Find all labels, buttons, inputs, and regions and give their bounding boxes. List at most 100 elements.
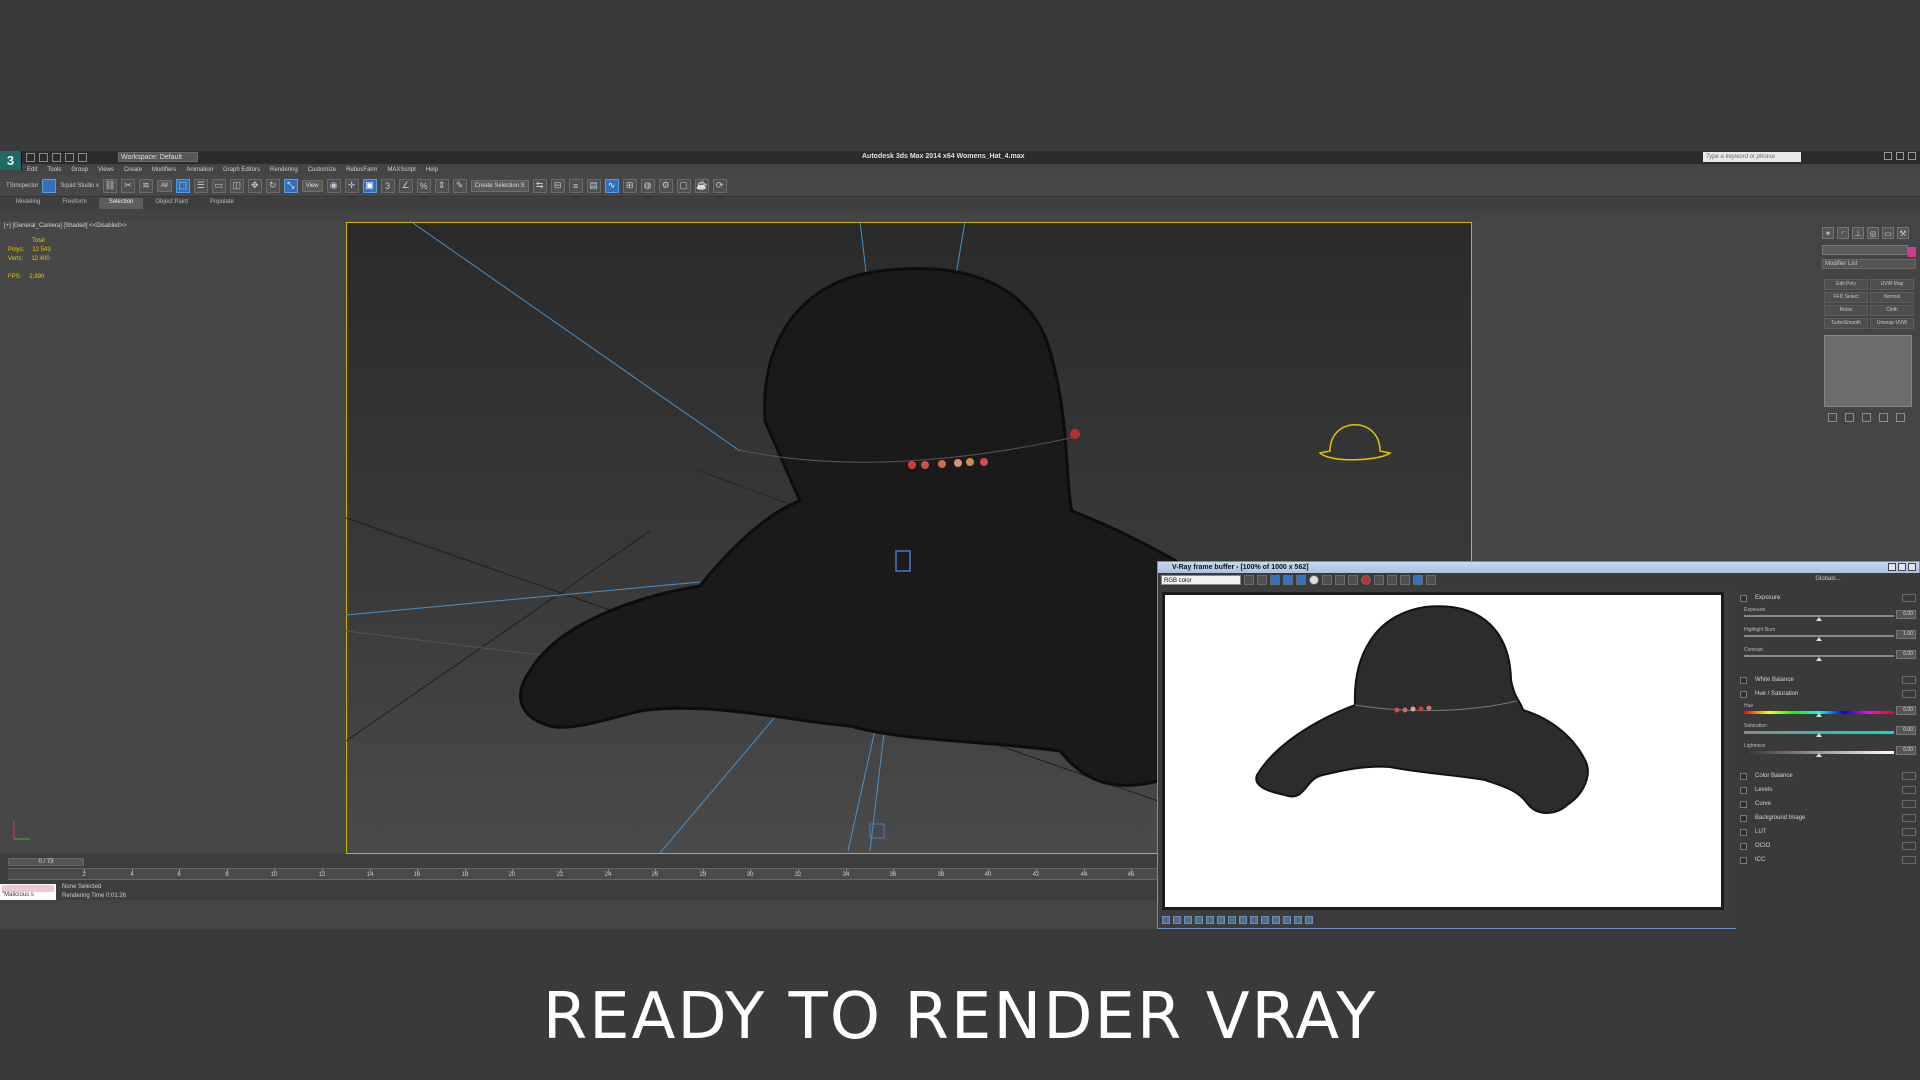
modifier-button[interactable]: Normal <box>1870 292 1914 303</box>
move-icon[interactable]: ✥ <box>247 178 262 193</box>
slider-value[interactable]: 0.00 <box>1896 746 1916 755</box>
vfb-bottom-tool-icon[interactable] <box>1261 916 1269 924</box>
follow-mouse-icon[interactable] <box>1387 575 1397 585</box>
modifier-button[interactable]: Relax <box>1824 305 1868 316</box>
minimize-icon[interactable] <box>1884 152 1892 160</box>
clear-image-icon[interactable] <box>1335 575 1345 585</box>
render-production-icon[interactable]: ☕ <box>694 178 709 193</box>
snap-toggle-icon[interactable]: 3 <box>380 178 395 193</box>
hierarchy-tab-icon[interactable]: ⊥ <box>1852 227 1864 239</box>
lightness-slider[interactable]: Lightness 0.00 <box>1744 743 1916 757</box>
slider-value[interactable]: 0.00 <box>1896 726 1916 735</box>
color-corrections-icon[interactable] <box>1426 575 1436 585</box>
undo-icon[interactable] <box>65 153 74 162</box>
menu-rebusfarm[interactable]: RebusFarm <box>346 167 377 173</box>
tsinspector-label[interactable]: TSInspector <box>6 183 38 189</box>
maximize-icon[interactable] <box>1896 152 1904 160</box>
menu-animation[interactable]: Animation <box>186 167 213 173</box>
open-file-icon[interactable] <box>39 153 48 162</box>
vfb-title-bar[interactable]: V-Ray frame buffer - [100% of 1000 x 562… <box>1158 562 1919 573</box>
ocio-checkbox[interactable] <box>1740 842 1747 850</box>
remove-modifier-icon[interactable] <box>1879 413 1888 422</box>
layer-manager-icon[interactable]: ≡ <box>568 178 583 193</box>
alpha-channel-icon[interactable] <box>1309 575 1319 585</box>
material-editor-icon[interactable]: ◍ <box>640 178 655 193</box>
time-slider[interactable]: 0 / 73 <box>8 858 84 866</box>
pin-stack-icon[interactable] <box>1828 413 1837 422</box>
configure-sets-icon[interactable] <box>1896 413 1905 422</box>
vfb-bottom-tool-icon[interactable] <box>1184 916 1192 924</box>
keyboard-override-icon[interactable]: ▣ <box>362 178 377 193</box>
globals-button[interactable]: Globals... <box>1736 573 1920 585</box>
cc-row-hue-saturation[interactable]: Hue / Saturation <box>1740 689 1916 699</box>
app-menu-button[interactable]: 3 <box>0 151 22 170</box>
modifier-button[interactable]: TurboSmooth <box>1824 318 1868 329</box>
color-balance-checkbox[interactable] <box>1740 772 1747 780</box>
saturation-slider[interactable]: Saturation 0.00 <box>1744 723 1916 737</box>
menu-modifiers[interactable]: Modifiers <box>152 167 176 173</box>
vfb-bottom-tool-icon[interactable] <box>1206 916 1214 924</box>
scale-icon[interactable]: ⤡ <box>283 178 298 193</box>
edit-named-selection-icon[interactable]: ✎ <box>452 178 467 193</box>
curve-editor-icon[interactable]: ∿ <box>604 178 619 193</box>
vfb-bottom-tool-icon[interactable] <box>1305 916 1313 924</box>
create-tab-icon[interactable]: ✶ <box>1822 227 1834 239</box>
bind-spacewarp-icon[interactable]: ≋ <box>139 178 154 193</box>
render-icon[interactable] <box>1361 575 1371 585</box>
vfb-maximize-icon[interactable] <box>1898 563 1906 571</box>
contrast-slider[interactable]: Contrast 0.00 <box>1744 647 1916 661</box>
curve-checkbox[interactable] <box>1740 800 1747 808</box>
hat-reference-wireframe[interactable] <box>1318 424 1392 461</box>
save-file-icon[interactable] <box>52 153 61 162</box>
graphite-tools-icon[interactable]: ▤ <box>586 178 601 193</box>
menu-create[interactable]: Create <box>124 167 142 173</box>
schematic-view-icon[interactable]: ⊞ <box>622 178 637 193</box>
cc-row-exposure[interactable]: Exposure <box>1740 593 1916 603</box>
lut-checkbox[interactable] <box>1740 828 1747 836</box>
select-object-icon[interactable]: ⬚ <box>175 178 190 193</box>
modify-tab-icon[interactable]: ◜ <box>1837 227 1849 239</box>
vfb-bottom-tool-icon[interactable] <box>1195 916 1203 924</box>
object-color-swatch[interactable] <box>1908 247 1916 257</box>
modifier-button[interactable]: Unwrap UVW <box>1870 318 1914 329</box>
show-end-result-icon[interactable] <box>1845 413 1854 422</box>
rendered-image[interactable] <box>1162 592 1724 910</box>
utilities-tab-icon[interactable]: ⚒ <box>1897 227 1909 239</box>
vfb-bottom-tool-icon[interactable] <box>1162 916 1170 924</box>
menu-customize[interactable]: Customize <box>308 167 336 173</box>
track-mouse-icon[interactable] <box>1348 575 1358 585</box>
highlight-burn-slider[interactable]: Highlight Burn 1.00 <box>1744 627 1916 641</box>
slider-value[interactable]: 0.00 <box>1896 610 1916 619</box>
rendered-frame-window-icon[interactable]: ▢ <box>676 178 691 193</box>
menu-help[interactable]: Help <box>426 167 438 173</box>
unlink-icon[interactable]: ✂ <box>121 178 136 193</box>
lens-effects-icon[interactable] <box>1400 575 1410 585</box>
channel-dropdown[interactable]: RGB color <box>1161 575 1241 585</box>
menu-rendering[interactable]: Rendering <box>270 167 298 173</box>
vfb-bottom-tool-icon[interactable] <box>1250 916 1258 924</box>
save-image-icon[interactable] <box>1244 575 1254 585</box>
maxscript-input[interactable] <box>2 885 54 892</box>
menu-graph-editors[interactable]: Graph Editors <box>223 167 260 173</box>
selection-filter-dropdown[interactable]: All <box>157 179 172 192</box>
slider-value[interactable]: 1.00 <box>1896 630 1916 639</box>
plugin-icon[interactable] <box>42 178 57 193</box>
redo-icon[interactable] <box>78 153 87 162</box>
align-icon[interactable]: ⊟ <box>550 178 565 193</box>
red-channel-icon[interactable] <box>1270 575 1280 585</box>
spinner-snap-icon[interactable]: ⇕ <box>434 178 449 193</box>
ribbon-tab-populate[interactable]: Populate <box>200 198 244 209</box>
render-iterative-icon[interactable]: ⟳ <box>712 178 727 193</box>
angle-snap-icon[interactable]: ∠ <box>398 178 413 193</box>
modifier-button[interactable]: Edit Poly <box>1824 279 1868 290</box>
menu-group[interactable]: Group <box>71 167 88 173</box>
modifier-button[interactable]: FFD Select <box>1824 292 1868 303</box>
white-balance-checkbox[interactable] <box>1740 676 1747 684</box>
vfb-bottom-tool-icon[interactable] <box>1173 916 1181 924</box>
vfb-bottom-tool-icon[interactable] <box>1283 916 1291 924</box>
workspace-dropdown[interactable]: Workspace: Default <box>118 152 198 162</box>
percent-snap-icon[interactable]: % <box>416 178 431 193</box>
maxscript-listener[interactable]: "Malicious s <box>0 884 56 900</box>
ribbon-tab-selection[interactable]: Selection <box>98 198 144 209</box>
modifier-button[interactable]: Cloth <box>1870 305 1914 316</box>
